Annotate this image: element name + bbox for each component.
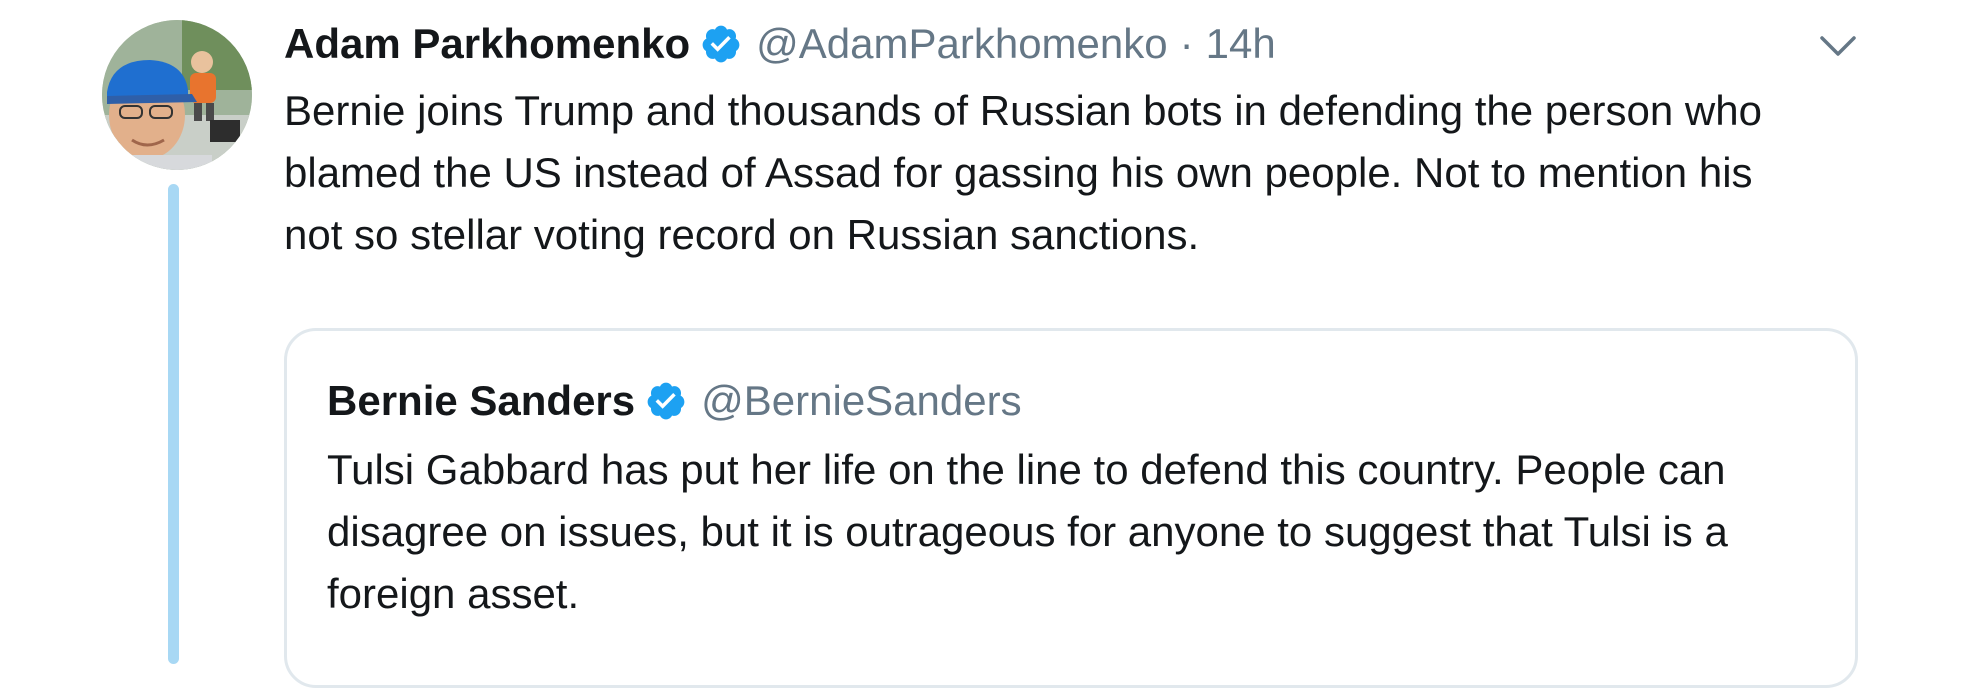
verified-badge-icon: [645, 380, 687, 422]
quoted-text-line: foreign asset.: [327, 570, 580, 617]
author-handle[interactable]: @AdamParkhomenko: [756, 20, 1168, 68]
author-name[interactable]: Adam Parkhomenko: [284, 20, 690, 68]
tweet-text: Bernie joins Trump and thousands of Russ…: [284, 80, 1884, 266]
quoted-tweet-text: Tulsi Gabbard has put her life on the li…: [327, 439, 1827, 625]
quoted-author-handle: @BernieSanders: [701, 377, 1022, 424]
separator-dot: ·: [1179, 20, 1194, 67]
quoted-tweet-header: Bernie Sanders @BernieSanders: [327, 373, 1022, 429]
tweet-text-line: not so stellar voting record on Russian …: [284, 211, 1200, 258]
avatar-photo: [102, 20, 252, 170]
thread-line: [168, 184, 179, 664]
quoted-tweet[interactable]: Bernie Sanders @BernieSanders Tulsi Gabb…: [284, 328, 1858, 688]
tweet-header: Adam Parkhomenko @AdamParkhomenko · 14h: [284, 16, 1276, 72]
quoted-author-name: Bernie Sanders: [327, 377, 636, 424]
chevron-down-icon[interactable]: [1818, 26, 1858, 66]
tweet-text-line: blamed the US instead of Assad for gassi…: [284, 149, 1753, 196]
tweet-text-line: Bernie joins Trump and thousands of Russ…: [284, 87, 1762, 134]
tweet[interactable]: Adam Parkhomenko @AdamParkhomenko · 14h …: [0, 0, 1968, 688]
quoted-text-line: disagree on issues, but it is outrageous…: [327, 508, 1728, 555]
verified-badge-icon: [700, 23, 742, 65]
avatar[interactable]: [102, 20, 252, 170]
timestamp[interactable]: 14h: [1206, 20, 1276, 68]
quoted-text-line: Tulsi Gabbard has put her life on the li…: [327, 446, 1726, 493]
